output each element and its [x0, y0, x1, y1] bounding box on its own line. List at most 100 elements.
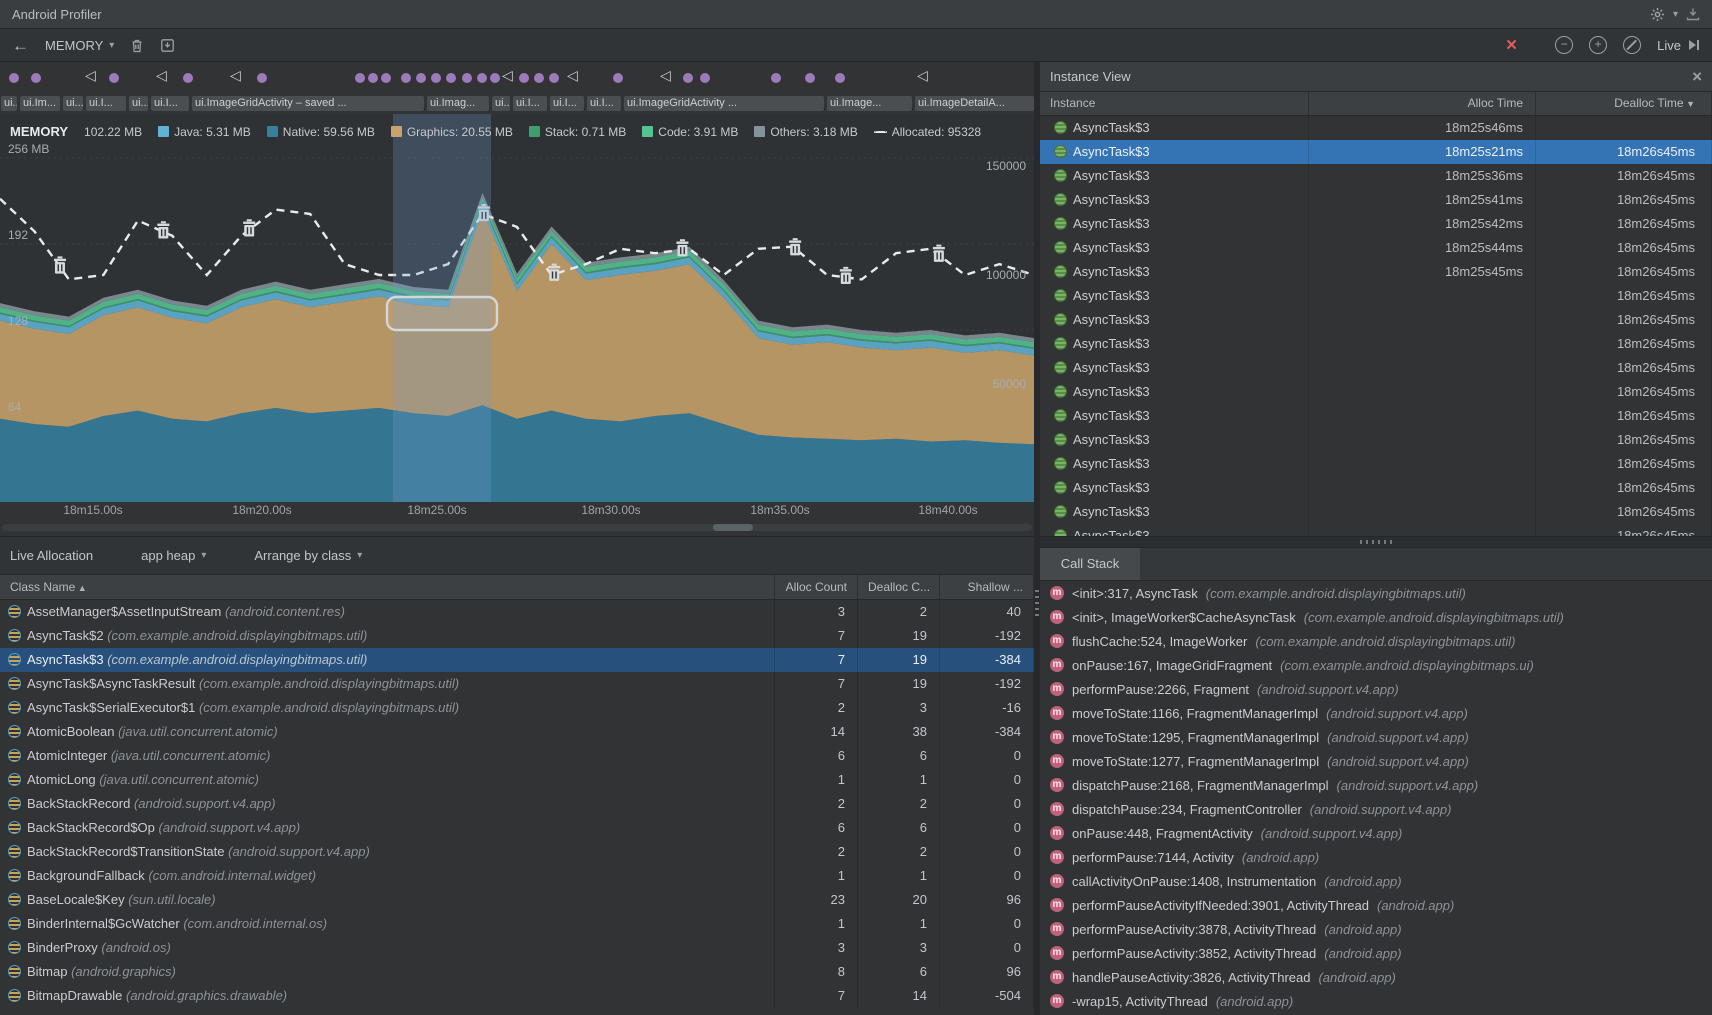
activity-label[interactable]: ui... — [1, 96, 17, 111]
horizontal-splitter[interactable] — [1040, 536, 1712, 548]
activity-label[interactable]: ui.Im... — [20, 96, 60, 111]
alloc-column-header[interactable]: Alloc Count — [775, 575, 858, 599]
user-event-dot[interactable] — [549, 73, 559, 83]
callstack-row[interactable]: mdispatchPause:234, FragmentController(a… — [1040, 797, 1712, 821]
memory-chart[interactable]: 256 MB1921286415000010000050000 — [0, 114, 1034, 502]
user-event-dot[interactable] — [355, 73, 365, 83]
table-row[interactable]: BackStackRecord (android.support.v4.app)… — [0, 792, 1034, 816]
callstack-row[interactable]: mperformPauseActivity:3852, ActivityThre… — [1040, 941, 1712, 965]
activity-label[interactable]: ui.I... — [550, 96, 584, 111]
callstack-row[interactable]: mperformPause:7144, Activity(android.app… — [1040, 845, 1712, 869]
gc-event-trash-icon[interactable] — [840, 267, 852, 284]
user-event-dot[interactable] — [771, 73, 781, 83]
activity-event-triangle-icon[interactable]: ◁ — [156, 67, 167, 84]
instance-row[interactable]: AsyncTask$318m26s45ms — [1040, 452, 1712, 476]
user-event-dot[interactable] — [31, 73, 41, 83]
table-row[interactable]: AtomicInteger (java.util.concurrent.atom… — [0, 744, 1034, 768]
instance-row[interactable]: AsyncTask$318m25s46ms — [1040, 116, 1712, 140]
table-row[interactable]: AsyncTask$2 (com.example.android.display… — [0, 624, 1034, 648]
gc-event-trash-icon[interactable] — [548, 264, 560, 281]
instance-row[interactable]: AsyncTask$318m26s45ms — [1040, 380, 1712, 404]
activity-event-triangle-icon[interactable]: ◁ — [567, 67, 578, 84]
table-row[interactable]: BackStackRecord$TransitionState (android… — [0, 840, 1034, 864]
user-event-dot[interactable] — [613, 73, 623, 83]
instance-row[interactable]: AsyncTask$318m26s45ms — [1040, 428, 1712, 452]
user-event-dot[interactable] — [9, 73, 19, 83]
instance-row[interactable]: AsyncTask$318m26s45ms — [1040, 332, 1712, 356]
table-row[interactable]: AssetManager$AssetInputStream (android.c… — [0, 600, 1034, 624]
table-row[interactable]: BackgroundFallback (com.android.internal… — [0, 864, 1034, 888]
callstack-row[interactable]: mhandlePauseActivity:3826, ActivityThrea… — [1040, 965, 1712, 989]
instance-row[interactable]: AsyncTask$318m26s45ms — [1040, 404, 1712, 428]
scrollbar-thumb[interactable] — [713, 524, 753, 531]
callstack-row[interactable]: mflushCache:524, ImageWorker(com.example… — [1040, 629, 1712, 653]
callstack-row[interactable]: mperformPauseActivityIfNeeded:3901, Acti… — [1040, 893, 1712, 917]
table-row[interactable]: BinderInternal$GcWatcher (com.android.in… — [0, 912, 1034, 936]
horizontal-scrollbar[interactable] — [0, 520, 1034, 536]
activity-label[interactable]: ui... — [492, 96, 510, 111]
user-event-dot[interactable] — [431, 73, 441, 83]
instance-row[interactable]: AsyncTask$318m26s45ms — [1040, 356, 1712, 380]
activity-label[interactable]: ui.ImageDetailA... — [915, 96, 1034, 111]
callstack-row[interactable]: m<init>, ImageWorker$CacheAsyncTask(com.… — [1040, 605, 1712, 629]
instance-row[interactable]: AsyncTask$318m25s44ms18m26s45ms — [1040, 236, 1712, 260]
activity-label[interactable]: ui... — [129, 96, 148, 111]
heap-dump-icon[interactable] — [160, 38, 175, 53]
user-event-dot[interactable] — [477, 73, 487, 83]
force-gc-trash-icon[interactable] — [130, 38, 144, 53]
instance-column-header[interactable]: Dealloc Time ▼ — [1536, 92, 1712, 115]
instance-row[interactable]: AsyncTask$318m26s45ms — [1040, 500, 1712, 524]
download-icon[interactable] — [1686, 7, 1700, 21]
instance-column-header[interactable]: Alloc Time — [1309, 92, 1536, 115]
callstack-row[interactable]: mdispatchPause:2168, FragmentManagerImpl… — [1040, 773, 1712, 797]
instance-row[interactable]: AsyncTask$318m25s45ms18m26s45ms — [1040, 260, 1712, 284]
activity-label[interactable]: ui.Image... — [827, 96, 912, 111]
back-button[interactable]: ← — [12, 37, 29, 54]
reset-zoom-button[interactable] — [1623, 36, 1641, 54]
callstack-row[interactable]: mmoveToState:1166, FragmentManagerImpl(a… — [1040, 701, 1712, 725]
table-row[interactable]: BitmapDrawable (android.graphics.drawabl… — [0, 984, 1034, 1008]
user-event-dot[interactable] — [368, 73, 378, 83]
callstack-row[interactable]: monPause:448, FragmentActivity(android.s… — [1040, 821, 1712, 845]
user-event-dot[interactable] — [446, 73, 456, 83]
settings-gear-icon[interactable] — [1650, 7, 1665, 22]
table-row[interactable]: BackStackRecord$Op (android.support.v4.a… — [0, 816, 1034, 840]
table-row[interactable]: AsyncTask$AsyncTaskResult (com.example.a… — [0, 672, 1034, 696]
gc-event-trash-icon[interactable] — [676, 239, 688, 256]
instance-row[interactable]: AsyncTask$318m25s41ms18m26s45ms — [1040, 188, 1712, 212]
user-event-dot[interactable] — [805, 73, 815, 83]
activity-label[interactable]: ui... — [63, 96, 83, 111]
activity-label[interactable]: ui.I... — [587, 96, 621, 111]
alloc-column-header[interactable]: Class Name ▲ — [0, 575, 775, 599]
table-row[interactable]: AtomicBoolean (java.util.concurrent.atom… — [0, 720, 1034, 744]
callstack-row[interactable]: m-wrap15, ActivityThread(android.app) — [1040, 989, 1712, 1013]
gc-event-trash-icon[interactable] — [54, 256, 66, 273]
user-event-dot[interactable] — [257, 73, 267, 83]
user-event-dot[interactable] — [401, 73, 411, 83]
table-row[interactable]: AsyncTask$3 (com.example.android.display… — [0, 648, 1034, 672]
instance-row[interactable]: AsyncTask$318m26s45ms — [1040, 524, 1712, 536]
user-event-dot[interactable] — [835, 73, 845, 83]
callstack-row[interactable]: mmoveToState:1295, FragmentManagerImpl(a… — [1040, 725, 1712, 749]
user-event-dot[interactable] — [381, 73, 391, 83]
activity-label[interactable]: ui.I... — [86, 96, 126, 111]
instance-view-close-icon[interactable]: × — [1692, 68, 1702, 85]
heap-dropdown[interactable]: app heap ▾ — [141, 548, 206, 563]
user-event-dot[interactable] — [183, 73, 193, 83]
callstack-row[interactable]: mperformPause:2266, Fragment(android.sup… — [1040, 677, 1712, 701]
instance-row[interactable]: AsyncTask$318m25s42ms18m26s45ms — [1040, 212, 1712, 236]
activity-event-triangle-icon[interactable]: ◁ — [85, 67, 96, 84]
alloc-column-header[interactable]: Shallow ... — [940, 575, 1034, 599]
instance-row[interactable]: AsyncTask$318m26s45ms — [1040, 308, 1712, 332]
user-event-dot[interactable] — [490, 73, 500, 83]
instance-row[interactable]: AsyncTask$318m25s36ms18m26s45ms — [1040, 164, 1712, 188]
alloc-column-header[interactable]: Dealloc C... — [858, 575, 940, 599]
instance-column-header[interactable]: Instance — [1040, 92, 1309, 115]
activity-event-triangle-icon[interactable]: ◁ — [917, 67, 928, 84]
user-event-dot[interactable] — [416, 73, 426, 83]
activity-event-triangle-icon[interactable]: ◁ — [502, 67, 513, 84]
callstack-row[interactable]: mmoveToState:1277, FragmentManagerImpl(a… — [1040, 749, 1712, 773]
tab-call-stack[interactable]: Call Stack — [1040, 548, 1140, 580]
gc-event-trash-icon[interactable] — [789, 238, 801, 255]
table-row[interactable]: AtomicLong (java.util.concurrent.atomic)… — [0, 768, 1034, 792]
